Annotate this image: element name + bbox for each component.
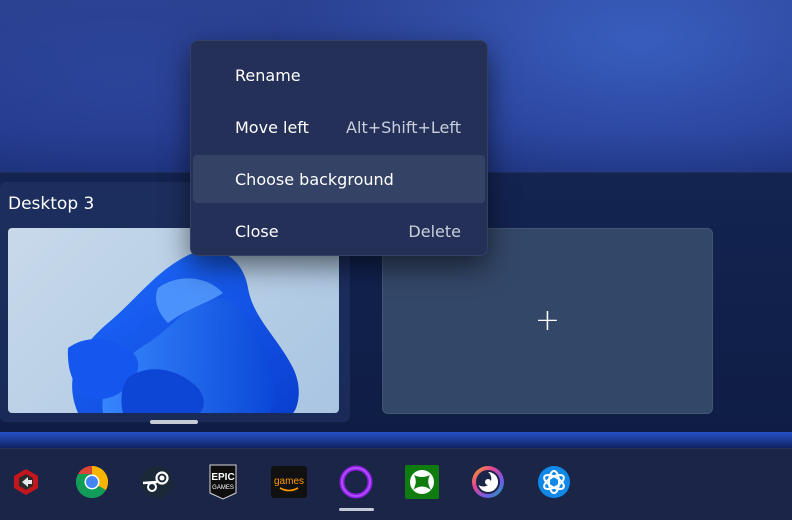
- ubisoft-icon[interactable]: [470, 464, 506, 500]
- menu-item-label: Choose background: [235, 169, 394, 189]
- menu-item-move-left[interactable]: Move left Alt+Shift+Left: [193, 103, 485, 151]
- xbox-icon[interactable]: [404, 464, 440, 500]
- active-app-indicator: [339, 508, 374, 511]
- menu-item-label: Rename: [235, 65, 301, 85]
- desktop-scroll-handle[interactable]: [150, 420, 198, 424]
- amazon-games-text: games: [274, 476, 304, 487]
- cortana-icon[interactable]: [338, 464, 374, 500]
- battlenet-icon[interactable]: [536, 464, 572, 500]
- menu-item-rename[interactable]: Rename: [193, 51, 485, 99]
- taskbar: [0, 448, 792, 520]
- epic-text-top: EPIC: [211, 472, 234, 483]
- steam-icon[interactable]: [139, 464, 175, 500]
- menu-item-shortcut: Delete: [408, 221, 461, 241]
- desktop-context-menu: Rename Move left Alt+Shift+Left Choose b…: [190, 40, 488, 256]
- red-app-icon[interactable]: [8, 464, 44, 500]
- amazon-games-icon[interactable]: games: [271, 464, 307, 500]
- epic-text-bottom: GAMES: [212, 485, 234, 491]
- desktop-3-title: Desktop 3: [8, 194, 95, 214]
- chrome-icon[interactable]: [74, 464, 110, 500]
- menu-item-label: Move left: [235, 117, 309, 137]
- menu-item-label: Close: [235, 221, 279, 241]
- epic-games-icon[interactable]: EPIC GAMES: [205, 464, 241, 500]
- plus-icon: +: [534, 303, 561, 338]
- menu-item-choose-background[interactable]: Choose background: [193, 155, 485, 203]
- menu-item-shortcut: Alt+Shift+Left: [346, 117, 461, 137]
- menu-item-close[interactable]: Close Delete: [193, 207, 485, 255]
